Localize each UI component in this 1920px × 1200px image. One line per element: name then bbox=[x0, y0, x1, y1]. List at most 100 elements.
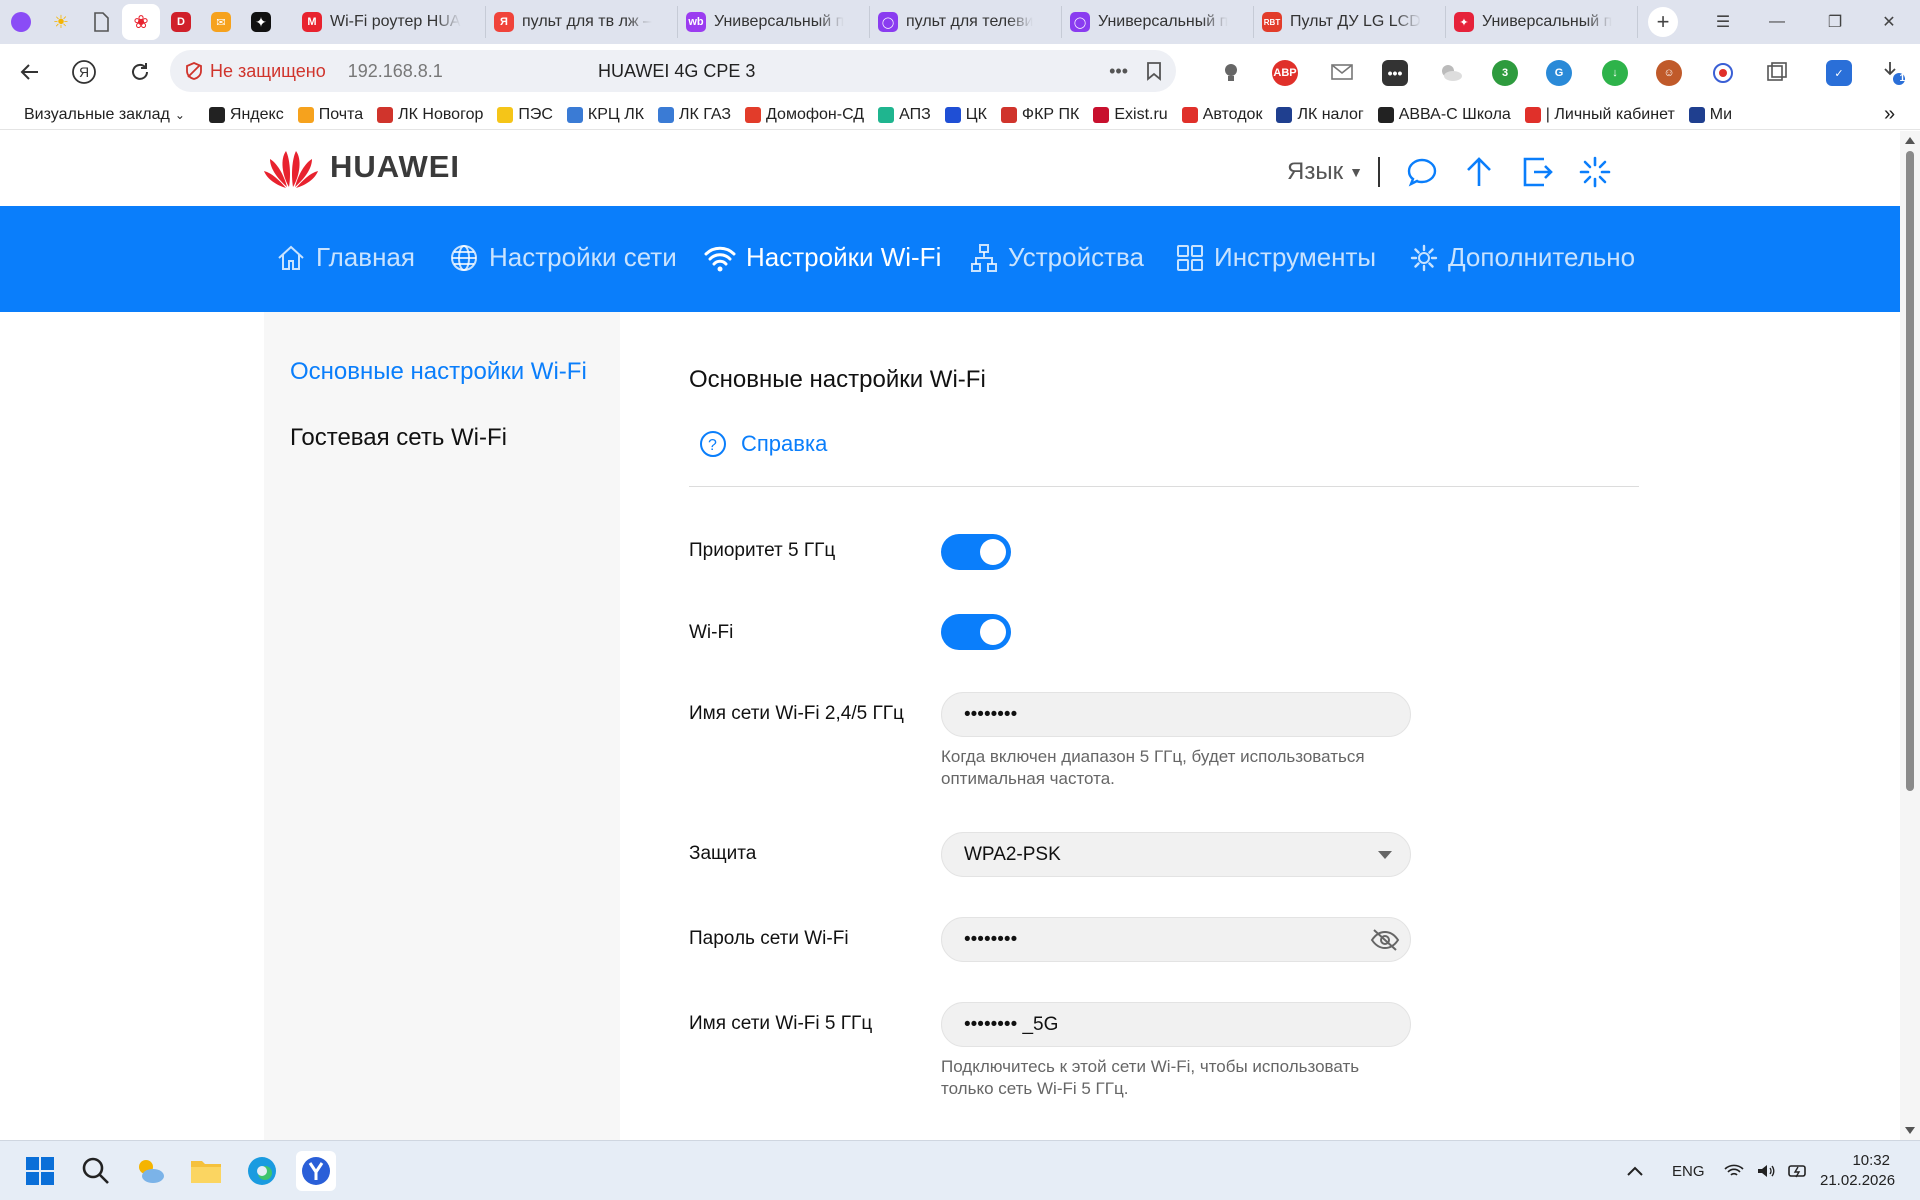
nav-home[interactable]: Главная bbox=[276, 242, 415, 273]
volume-icon bbox=[1758, 1165, 1775, 1177]
pinned-tab-dzen[interactable]: D bbox=[162, 4, 200, 40]
bookmark-item[interactable]: АВВА-С Школа bbox=[1377, 106, 1511, 124]
reload-button[interactable] bbox=[118, 50, 162, 94]
weather-extension-icon[interactable] bbox=[1438, 60, 1464, 86]
start-button[interactable] bbox=[20, 1151, 60, 1191]
bookmark-icon[interactable] bbox=[1146, 61, 1162, 81]
adblock-icon[interactable]: ABP bbox=[1272, 60, 1298, 86]
omnibox[interactable]: Не защищено 192.168.8.1 HUAWEI 4G CPE 3 … bbox=[170, 50, 1176, 92]
translate-extension-icon[interactable]: G bbox=[1546, 60, 1572, 86]
update-icon[interactable] bbox=[1460, 153, 1498, 191]
ssid-5-input[interactable]: •••••••• _5G bbox=[941, 1002, 1411, 1047]
bookmark-item[interactable]: Почта bbox=[297, 106, 363, 124]
bookmark-item[interactable]: ЛК налог bbox=[1276, 106, 1364, 124]
wifi-toggle[interactable] bbox=[941, 614, 1011, 650]
nav-wifi-settings[interactable]: Настройки Wi-Fi bbox=[704, 242, 941, 273]
bookmark-item[interactable]: | Личный кабинет bbox=[1524, 106, 1675, 124]
bookmark-item[interactable]: ЛК ГАЗ bbox=[658, 106, 731, 124]
pinned-tab-huawei[interactable]: ❀ bbox=[122, 4, 160, 40]
bookmark-item[interactable]: Яндекс bbox=[208, 106, 284, 124]
logout-icon[interactable] bbox=[1518, 153, 1556, 191]
bookmark-item[interactable]: Ми bbox=[1688, 106, 1732, 124]
bookmark-item[interactable]: ЛК Новогор bbox=[377, 106, 483, 124]
pinned-tab-mail[interactable]: ✉ bbox=[202, 4, 240, 40]
minimize-icon[interactable]: — bbox=[1750, 0, 1804, 44]
tray-overflow-icon[interactable] bbox=[1626, 1141, 1644, 1200]
browser-tab[interactable]: M Wi-Fi роутер HUA bbox=[294, 6, 486, 38]
password-input[interactable]: •••••••• bbox=[941, 917, 1411, 962]
scroll-up-icon[interactable] bbox=[1905, 137, 1915, 144]
help-link[interactable]: ? Справка bbox=[699, 430, 827, 458]
bookmark-item[interactable]: ПЭС bbox=[497, 106, 553, 124]
nav-network-settings[interactable]: Настройки сети bbox=[449, 242, 677, 273]
scroll-thumb[interactable] bbox=[1906, 151, 1914, 791]
shield-extension-icon[interactable] bbox=[1710, 60, 1736, 86]
dots-extension-icon[interactable]: ••• bbox=[1382, 60, 1408, 86]
browser-tab[interactable]: ◯ пульт для телеви bbox=[870, 6, 1062, 38]
nav-tools[interactable]: Инструменты bbox=[1176, 242, 1376, 273]
huawei-logo[interactable]: HUAWEI bbox=[262, 145, 460, 189]
sidebar-item-guest-wifi[interactable]: Гостевая сеть Wi-Fi bbox=[290, 424, 507, 452]
bookmark-label: ПЭС bbox=[518, 105, 553, 123]
counter-extension-icon[interactable]: 3 bbox=[1492, 60, 1518, 86]
pinned-tab-neuro[interactable]: ✦ bbox=[242, 4, 280, 40]
language-selector[interactable]: Язык ▼ bbox=[1287, 158, 1363, 186]
browser-tab[interactable]: RBT Пульт ДУ LG LCD bbox=[1254, 6, 1446, 38]
bookmark-item[interactable]: КРЦ ЛК bbox=[566, 106, 644, 124]
taskbar-app-yandex-browser[interactable] bbox=[296, 1151, 336, 1191]
more-icon[interactable]: ••• bbox=[1109, 61, 1128, 82]
priority-5g-toggle[interactable] bbox=[941, 534, 1011, 570]
bookmark-favicon-icon bbox=[566, 106, 583, 123]
security-label: Не защищено bbox=[210, 60, 326, 81]
ssid-24-5-input[interactable]: •••••••• bbox=[941, 692, 1411, 737]
bookmark-item[interactable]: Exist.ru bbox=[1093, 106, 1168, 124]
new-tab-button[interactable]: + bbox=[1648, 7, 1678, 37]
eye-off-icon[interactable] bbox=[1370, 927, 1400, 953]
browser-tab[interactable]: ◯ Универсальный п bbox=[1062, 6, 1254, 38]
collections-icon[interactable] bbox=[1764, 60, 1790, 86]
tab-favicon-icon: RBT bbox=[1262, 12, 1282, 32]
yandex-button[interactable]: Я bbox=[62, 50, 106, 94]
messages-icon[interactable] bbox=[1403, 153, 1441, 191]
bookmark-item[interactable]: Домофон-СД bbox=[745, 106, 864, 124]
security-indicator[interactable]: Не защищено bbox=[184, 61, 326, 82]
bookmark-item[interactable]: ЦК bbox=[944, 106, 987, 124]
tab-menu-icon[interactable]: ☰ bbox=[1696, 0, 1750, 44]
lightbulb-icon[interactable] bbox=[1218, 60, 1244, 86]
scroll-down-icon[interactable] bbox=[1905, 1127, 1915, 1134]
system-tray-icons[interactable] bbox=[1724, 1141, 1810, 1200]
visual-bookmarks-toggle[interactable]: Визуальные заклад ⌄ bbox=[24, 106, 185, 124]
pinned-tab-document[interactable] bbox=[82, 4, 120, 40]
bookmark-item[interactable]: АПЗ bbox=[878, 106, 931, 124]
restore-icon[interactable]: ❐ bbox=[1808, 0, 1862, 44]
system-clock[interactable]: 10:32 21.02.2026 bbox=[1820, 1151, 1895, 1191]
ssid-5-value: •••••••• _5G bbox=[964, 1013, 1059, 1035]
profile-extension-icon[interactable]: ✓ bbox=[1826, 60, 1852, 86]
browser-tab[interactable]: wb Универсальный п bbox=[678, 6, 870, 38]
download-icon[interactable]: ↓ bbox=[1602, 60, 1628, 86]
search-button[interactable] bbox=[76, 1151, 116, 1191]
main-navigation: Главная Настройки сети Настройки Wi-Fi У… bbox=[0, 206, 1900, 312]
browser-tab-label: пульт для тв лж – bbox=[522, 13, 652, 30]
taskbar-app-weather[interactable] bbox=[130, 1151, 170, 1191]
input-language[interactable]: ENG bbox=[1672, 1141, 1705, 1200]
back-button[interactable] bbox=[8, 50, 52, 94]
taskbar-app-edge[interactable] bbox=[242, 1151, 282, 1191]
close-icon[interactable]: ✕ bbox=[1862, 0, 1916, 44]
sidebar-item-basic-wifi[interactable]: Основные настройки Wi-Fi bbox=[290, 358, 587, 386]
taskbar-app-explorer[interactable] bbox=[186, 1151, 226, 1191]
pinned-tab-alice[interactable] bbox=[2, 4, 40, 40]
bookmarks-more-icon[interactable]: » bbox=[1884, 103, 1895, 126]
avatar-extension-icon[interactable]: ☺ bbox=[1656, 60, 1682, 86]
browser-tab[interactable]: Япульт для тв лж – bbox=[486, 6, 678, 38]
pinned-tab-weather[interactable]: ☀ bbox=[42, 4, 80, 40]
browser-tab[interactable]: ✦ Универсальный п bbox=[1446, 6, 1638, 38]
bookmark-item[interactable]: ФКР ПК bbox=[1000, 106, 1079, 124]
nav-advanced[interactable]: Дополнительно bbox=[1410, 242, 1635, 273]
downloads-badge-icon[interactable]: 1 bbox=[1880, 60, 1906, 86]
mail-check-icon[interactable] bbox=[1330, 60, 1356, 86]
nav-devices[interactable]: Устройства bbox=[970, 242, 1144, 273]
page-scrollbar[interactable] bbox=[1900, 131, 1920, 1140]
security-select[interactable]: WPA2-PSK bbox=[941, 832, 1411, 877]
bookmark-item[interactable]: Автодок bbox=[1181, 106, 1262, 124]
